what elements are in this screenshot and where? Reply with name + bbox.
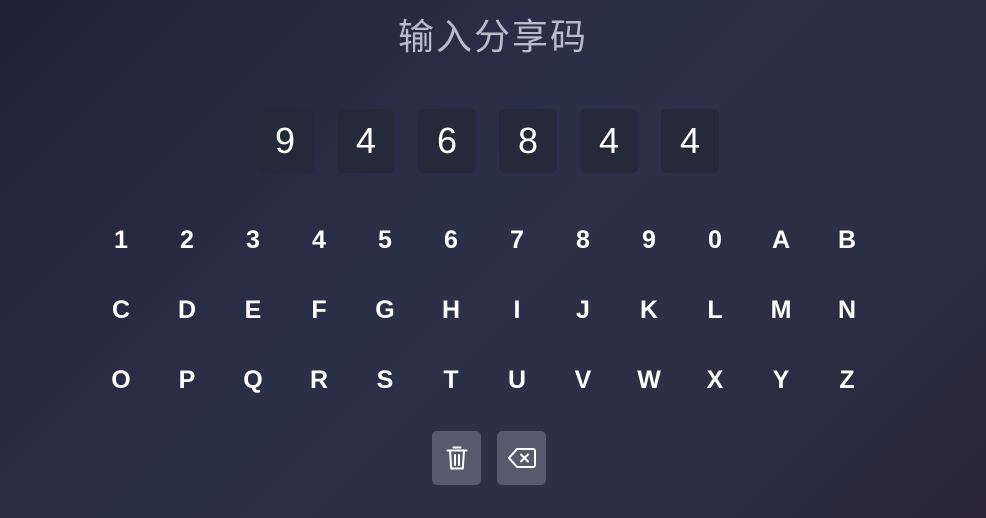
on-screen-keyboard: 1234567890AB CDEFGHIJKLMN OPQRSTUVWXYZ xyxy=(88,205,880,415)
backspace-icon xyxy=(507,448,536,468)
backspace-button[interactable] xyxy=(497,431,546,485)
key-y[interactable]: Y xyxy=(748,345,814,415)
key-v[interactable]: V xyxy=(550,345,616,415)
key-s[interactable]: S xyxy=(352,345,418,415)
key-e[interactable]: E xyxy=(220,275,286,345)
trash-icon xyxy=(446,446,467,470)
key-6[interactable]: 6 xyxy=(418,205,484,275)
key-0[interactable]: 0 xyxy=(682,205,748,275)
code-digit-3: 6 xyxy=(418,109,476,173)
key-4[interactable]: 4 xyxy=(286,205,352,275)
key-j[interactable]: J xyxy=(550,275,616,345)
key-z[interactable]: Z xyxy=(814,345,880,415)
key-k[interactable]: K xyxy=(616,275,682,345)
key-1[interactable]: 1 xyxy=(88,205,154,275)
key-d[interactable]: D xyxy=(154,275,220,345)
code-digit-6: 4 xyxy=(661,109,719,173)
key-g[interactable]: G xyxy=(352,275,418,345)
key-3[interactable]: 3 xyxy=(220,205,286,275)
key-t[interactable]: T xyxy=(418,345,484,415)
key-p[interactable]: P xyxy=(154,345,220,415)
code-digit-4: 8 xyxy=(499,109,557,173)
key-9[interactable]: 9 xyxy=(616,205,682,275)
key-w[interactable]: W xyxy=(616,345,682,415)
key-n[interactable]: N xyxy=(814,275,880,345)
key-q[interactable]: Q xyxy=(220,345,286,415)
code-digit-5: 4 xyxy=(580,109,638,173)
key-u[interactable]: U xyxy=(484,345,550,415)
key-f[interactable]: F xyxy=(286,275,352,345)
key-m[interactable]: M xyxy=(748,275,814,345)
key-i[interactable]: I xyxy=(484,275,550,345)
key-a[interactable]: A xyxy=(748,205,814,275)
key-l[interactable]: L xyxy=(682,275,748,345)
key-7[interactable]: 7 xyxy=(484,205,550,275)
key-o[interactable]: O xyxy=(88,345,154,415)
code-digit-1: 9 xyxy=(256,109,314,173)
key-b[interactable]: B xyxy=(814,205,880,275)
code-digit-2: 4 xyxy=(337,109,395,173)
key-c[interactable]: C xyxy=(88,275,154,345)
clear-all-button[interactable] xyxy=(432,431,481,485)
key-2[interactable]: 2 xyxy=(154,205,220,275)
key-8[interactable]: 8 xyxy=(550,205,616,275)
key-r[interactable]: R xyxy=(286,345,352,415)
key-h[interactable]: H xyxy=(418,275,484,345)
page-title: 输入分享码 xyxy=(397,17,588,58)
key-5[interactable]: 5 xyxy=(352,205,418,275)
key-x[interactable]: X xyxy=(682,345,748,415)
